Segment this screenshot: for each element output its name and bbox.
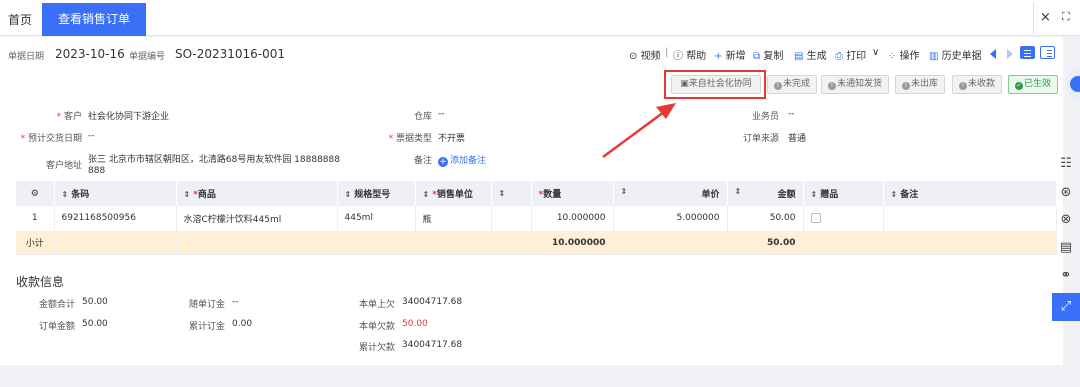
col-qty[interactable]: *数量 bbox=[531, 181, 614, 206]
invoice-type-label: * 票据类型 bbox=[388, 134, 432, 144]
table-header-row: ⚙ ⇕ 条码 ⇕ *商品 ⇕ 规格型号 ⇕ *销售单位 ⇕ *数量 ⇕ 单价 ⇕ 金额 ⇕ 赠… bbox=[16, 181, 1057, 206]
subtotal-row: 小计 10.000000 50.00 bbox=[16, 231, 1057, 255]
sort-icon: ⇕ bbox=[734, 187, 742, 196]
subtotal-empty bbox=[883, 231, 1057, 255]
col-code[interactable]: ⇕ 条码 bbox=[54, 181, 177, 206]
add-remark-link[interactable]: + 添加备注 bbox=[438, 153, 486, 167]
deduct-icon[interactable]: ⊗ bbox=[1052, 206, 1080, 234]
warehouse-label: 仓库 bbox=[413, 112, 432, 122]
cell-blank bbox=[491, 206, 532, 232]
gift-checkbox[interactable] bbox=[810, 213, 821, 223]
subtotal-empty bbox=[803, 231, 884, 255]
remark-label: 备注 bbox=[413, 156, 432, 166]
col-blank[interactable]: ⇕ bbox=[491, 181, 532, 206]
table-row[interactable]: 1 6921168500956 水溶C柠檬汁饮料445ml 445ml 瓶 10… bbox=[16, 206, 1057, 232]
deposit-label: 随单订金 bbox=[188, 300, 225, 310]
this-owe-label: 本单欠款 bbox=[358, 322, 395, 332]
address-line-1: 张三 北京市市辖区朝阳区，北清路68号用友软件园 18888888 bbox=[88, 155, 340, 165]
sort-icon: ⇕ bbox=[344, 190, 352, 199]
cell-code: 6921168500956 bbox=[54, 206, 177, 232]
order-amount-value: 50.00 bbox=[82, 319, 108, 329]
sort-icon: ⇕ bbox=[890, 190, 898, 199]
order-amount-label: 订单金额 bbox=[38, 322, 75, 332]
order-panel: 单据日期 2023-10-16 单据编号 SO-20231016-001 ⊙ 视… bbox=[0, 37, 1063, 365]
subtotal-label: 小计 bbox=[16, 231, 55, 255]
tab-bar: 首页 查看销售订单 × × ⛶ bbox=[0, 0, 1080, 59]
cell-amount: 50.00 bbox=[727, 206, 804, 232]
cell-qty: 10.000000 bbox=[531, 206, 614, 232]
subtotal-qty: 10.000000 bbox=[531, 231, 614, 255]
sort-icon: ⇕ bbox=[422, 190, 430, 199]
attachment-icon[interactable]: ⚭ bbox=[1052, 262, 1080, 290]
acc-deposit-value: 0.00 bbox=[232, 319, 253, 329]
address-label: 客户地址 bbox=[45, 161, 82, 171]
col-unit[interactable]: ⇕ *销售单位 bbox=[415, 181, 492, 206]
row-no: 1 bbox=[16, 206, 55, 232]
close-all-tabs-icon[interactable]: × bbox=[1040, 10, 1051, 25]
fullscreen-icon[interactable]: ⛶ bbox=[1062, 10, 1070, 24]
salesman-value: -- bbox=[788, 109, 795, 119]
subtotal-empty bbox=[415, 231, 492, 255]
tab-label: 查看销售订单 bbox=[58, 12, 131, 26]
subtotal-empty bbox=[613, 231, 728, 255]
cell-spec: 445ml bbox=[337, 206, 416, 232]
col-price[interactable]: ⇕ 单价 bbox=[613, 181, 728, 206]
tab-home[interactable]: 首页 bbox=[8, 11, 32, 28]
sort-icon: ⇕ bbox=[810, 190, 818, 199]
salesman-label: 业务员 bbox=[751, 112, 779, 122]
subtotal-empty bbox=[337, 231, 416, 255]
items-table: ⚙ ⇕ 条码 ⇕ *商品 ⇕ 规格型号 ⇕ *销售单位 ⇕ *数量 ⇕ 单价 ⇕ 金额 ⇕ 赠… bbox=[16, 181, 1057, 255]
column-settings-icon[interactable]: ⚙ bbox=[16, 181, 55, 206]
tab-divider bbox=[1033, 2, 1034, 34]
warehouse-value: -- bbox=[438, 109, 445, 119]
cell-product: 水溶C柠檬汁饮料445ml bbox=[176, 206, 338, 232]
sort-icon: ⇕ bbox=[620, 187, 628, 196]
acc-owe-value: 34004717.68 bbox=[402, 340, 463, 350]
deposit-value: -- bbox=[232, 297, 239, 307]
subtotal-amount: 50.00 bbox=[727, 231, 804, 255]
assistant-icon bbox=[1070, 76, 1080, 92]
col-product[interactable]: ⇕ *商品 bbox=[176, 181, 338, 206]
acc-deposit-label: 累计订金 bbox=[188, 322, 225, 332]
plus-circle-icon: + bbox=[438, 157, 448, 167]
history-log-icon[interactable]: ⊛ bbox=[1052, 179, 1080, 207]
col-gift[interactable]: ⇕ 赠品 bbox=[803, 181, 884, 206]
add-remark-label: 添加备注 bbox=[450, 156, 487, 166]
notes-icon[interactable]: ☷ bbox=[1052, 150, 1080, 178]
payment-section-title: 收款信息 bbox=[16, 275, 65, 289]
cell-price: 5.000000 bbox=[613, 206, 728, 232]
cell-gift bbox=[803, 206, 884, 232]
invoice-icon[interactable]: ▤ bbox=[1052, 234, 1080, 262]
total-amount-label: 金额合计 bbox=[38, 300, 75, 310]
prev-owe-value: 34004717.68 bbox=[402, 297, 463, 307]
sort-icon: ⇕ bbox=[61, 190, 69, 199]
sort-icon: ⇕ bbox=[498, 188, 506, 198]
total-amount-value: 50.00 bbox=[82, 297, 108, 307]
expand-icon[interactable]: ⤢ bbox=[1052, 293, 1080, 321]
col-amount[interactable]: ⇕ 金额 bbox=[727, 181, 804, 206]
assistant-badge[interactable] bbox=[1066, 66, 1080, 102]
sort-icon: ⇕ bbox=[183, 190, 191, 199]
delivery-date-value: -- bbox=[88, 131, 95, 141]
col-spec[interactable]: ⇕ 规格型号 bbox=[337, 181, 416, 206]
address-line-2: 888 bbox=[88, 166, 106, 176]
acc-owe-label: 累计欠款 bbox=[358, 343, 395, 353]
cell-unit: 瓶 bbox=[415, 206, 492, 232]
prev-owe-label: 本单上欠 bbox=[358, 300, 395, 310]
subtotal-empty bbox=[176, 231, 338, 255]
customer-value: 社会化协同下游企业 bbox=[88, 112, 170, 122]
customer-label: * 客户 bbox=[56, 112, 82, 122]
cell-note bbox=[883, 206, 1057, 232]
delivery-date-label: * 预计交货日期 bbox=[20, 134, 82, 144]
subtotal-empty bbox=[54, 231, 177, 255]
order-source-value: 普通 bbox=[788, 134, 807, 144]
order-source-label: 订单来源 bbox=[742, 134, 779, 144]
subtotal-empty bbox=[491, 231, 532, 255]
col-note[interactable]: ⇕ 备注 bbox=[883, 181, 1057, 206]
invoice-type-value: 不开票 bbox=[438, 134, 466, 144]
tab-view-sales-order[interactable]: 查看销售订单 × bbox=[42, 3, 146, 59]
this-owe-value: 50.00 bbox=[402, 319, 428, 329]
